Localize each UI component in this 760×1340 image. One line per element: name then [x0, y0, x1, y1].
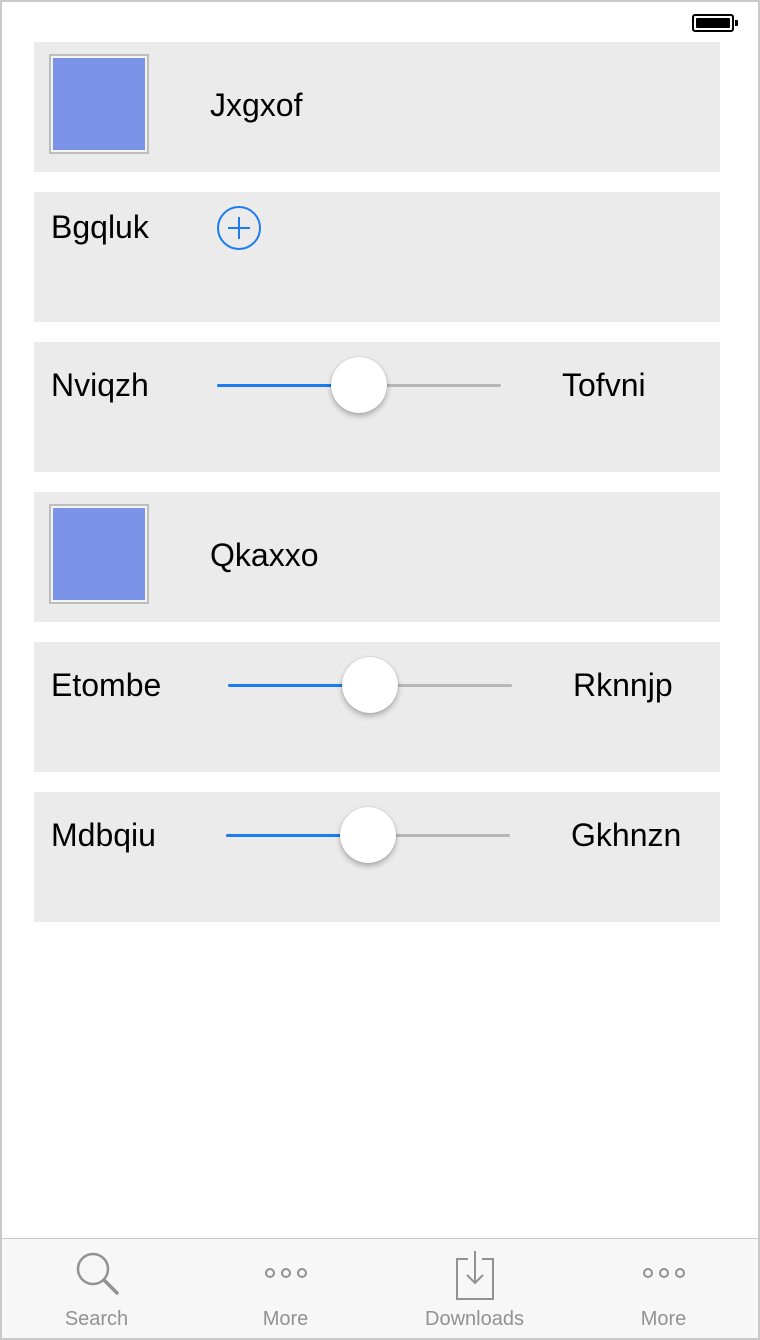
tab-label: More: [262, 1308, 309, 1330]
row-image-label: Qkaxxo: [34, 492, 720, 622]
status-bar: [2, 2, 758, 42]
row-label: Qkaxxo: [210, 537, 319, 573]
slider-min-label: Mdbqiu: [51, 817, 156, 853]
tab-bar: Search More Downloads More: [2, 1238, 758, 1338]
slider-max-label: Tofvni: [562, 367, 646, 403]
search-icon: [69, 1247, 125, 1303]
row-slider: Mdbqiu Gkhnzn: [34, 792, 720, 922]
slider[interactable]: [217, 355, 501, 415]
slider-thumb[interactable]: [331, 357, 387, 413]
more-icon: [636, 1247, 692, 1303]
slider-max-label: Rknnjp: [573, 667, 673, 703]
slider-min-label: Nviqzh: [51, 367, 149, 403]
tab-more[interactable]: More: [569, 1239, 758, 1338]
add-circle-icon[interactable]: [217, 206, 261, 250]
image-thumbnail[interactable]: [49, 504, 149, 604]
tab-search[interactable]: Search: [2, 1239, 191, 1338]
more-icon: [258, 1247, 314, 1303]
slider[interactable]: [228, 655, 512, 715]
image-thumbnail[interactable]: [49, 54, 149, 154]
slider-max-label: Gkhnzn: [571, 817, 682, 853]
image-swatch: [53, 58, 145, 150]
image-swatch: [53, 508, 145, 600]
app-screen: Jxgxof Bgqluk Nviqzh Tofvni Qkaxxo Etomb…: [0, 0, 760, 1340]
tab-label: Search: [64, 1308, 129, 1330]
battery-full-icon: [692, 14, 738, 32]
slider[interactable]: [226, 805, 510, 865]
tab-label: More: [640, 1308, 687, 1330]
slider-thumb[interactable]: [342, 657, 398, 713]
tab-label: Downloads: [425, 1308, 524, 1330]
row-slider: Nviqzh Tofvni: [34, 342, 720, 472]
row-label: Bgqluk: [51, 209, 149, 245]
tab-more[interactable]: More: [191, 1239, 380, 1338]
row-button-label: Bgqluk: [34, 192, 720, 322]
row-image-label: Jxgxof: [34, 42, 720, 172]
tab-downloads[interactable]: Downloads: [380, 1239, 569, 1338]
row-label: Jxgxof: [210, 87, 303, 123]
row-slider: Etombe Rknnjp: [34, 642, 720, 772]
downloads-icon: [447, 1247, 503, 1303]
slider-min-label: Etombe: [51, 667, 162, 703]
slider-thumb[interactable]: [340, 807, 396, 863]
